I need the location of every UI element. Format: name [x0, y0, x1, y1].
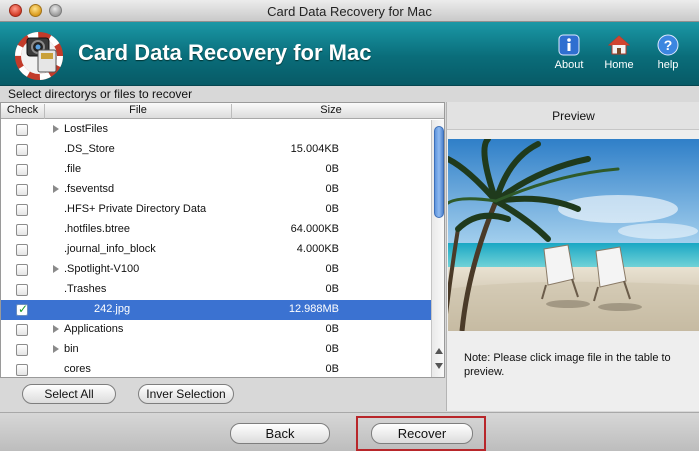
file-name: .journal_info_block: [64, 243, 156, 255]
table-row[interactable]: .file 0B: [1, 160, 431, 180]
row-checkbox[interactable]: [16, 324, 28, 336]
column-header-size[interactable]: Size: [232, 104, 430, 116]
disclosure-triangle-icon[interactable]: [53, 345, 59, 353]
back-button[interactable]: Back: [230, 423, 330, 444]
disclosure-triangle-icon[interactable]: [53, 265, 59, 273]
preview-title: Preview: [447, 102, 699, 130]
about-label: About: [554, 59, 584, 71]
row-checkbox[interactable]: [16, 284, 28, 296]
preview-panel: Preview Note: Please click image file in…: [446, 102, 699, 411]
help-label: help: [657, 59, 679, 71]
svg-text:?: ?: [664, 37, 673, 53]
table-rows: LostFiles .DS_Store 15.004KB .file 0B .fseven…: [1, 120, 431, 377]
row-checkbox[interactable]: [16, 364, 28, 376]
inverse-selection-button[interactable]: Inver Selection: [138, 384, 234, 404]
disclosure-triangle-icon[interactable]: [53, 325, 59, 333]
column-header-check[interactable]: Check: [1, 104, 45, 119]
about-button[interactable]: About: [549, 34, 589, 71]
table-row[interactable]: Applications 0B: [1, 320, 431, 340]
file-size: 0B: [325, 283, 339, 295]
window-title: Card Data Recovery for Mac: [267, 4, 432, 19]
row-checkbox[interactable]: [16, 344, 28, 356]
row-checkbox[interactable]: [16, 184, 28, 196]
row-checkbox[interactable]: [16, 302, 28, 316]
help-button[interactable]: ? help: [648, 34, 688, 71]
file-size: 0B: [325, 363, 339, 375]
file-size: 4.000KB: [296, 243, 339, 255]
row-checkbox[interactable]: [16, 124, 28, 136]
home-icon: [608, 35, 630, 55]
table-row[interactable]: .fseventsd 0B: [1, 180, 431, 200]
scroll-up-arrow-icon[interactable]: [435, 348, 443, 354]
table-row[interactable]: .journal_info_block 4.000KB: [1, 240, 431, 260]
row-checkbox[interactable]: [16, 164, 28, 176]
file-name: LostFiles: [64, 123, 109, 135]
table-row[interactable]: .hotfiles.btree 64.000KB: [1, 220, 431, 240]
footer-bar: Back Recover: [0, 412, 699, 451]
file-name: .hotfiles.btree: [64, 223, 131, 235]
table-row[interactable]: .Spotlight-V100 0B: [1, 260, 431, 280]
file-size: 0B: [325, 163, 339, 175]
preview-note: Note: Please click image file in the tab…: [464, 352, 671, 378]
file-size: 0B: [325, 183, 339, 195]
file-size: 0B: [325, 203, 339, 215]
file-name: .Spotlight-V100: [64, 263, 140, 275]
file-size: 0B: [325, 263, 339, 275]
table-header: Check File Size: [1, 103, 444, 119]
preview-image: [448, 139, 699, 331]
table-row[interactable]: .Trashes 0B: [1, 280, 431, 300]
file-size: 15.004KB: [290, 143, 339, 155]
row-checkbox[interactable]: [16, 144, 28, 156]
file-name: .DS_Store: [64, 143, 115, 155]
vertical-scrollbar[interactable]: [431, 120, 444, 377]
section-label: Select directorys or files to recover: [8, 87, 193, 101]
help-icon: ?: [657, 34, 679, 56]
file-size: 64.000KB: [290, 223, 339, 235]
scrollbar-thumb[interactable]: [434, 126, 444, 218]
table-row[interactable]: 242.jpg 12.988MB: [1, 300, 431, 320]
table-row[interactable]: .DS_Store 15.004KB: [1, 140, 431, 160]
file-name: bin: [64, 343, 79, 355]
disclosure-triangle-icon[interactable]: [53, 185, 59, 193]
disclosure-triangle-icon[interactable]: [53, 125, 59, 133]
file-size: 12.988MB: [288, 303, 339, 315]
row-checkbox[interactable]: [16, 244, 28, 256]
row-checkbox[interactable]: [16, 224, 28, 236]
app-title: Card Data Recovery for Mac: [78, 40, 372, 65]
title-bar: Card Data Recovery for Mac: [0, 0, 699, 22]
app-logo-icon: [15, 32, 63, 80]
file-name: .HFS+ Private Directory Data: [64, 203, 207, 215]
file-table: Check File Size LostFiles .DS_Store 15.004…: [0, 102, 445, 378]
home-button[interactable]: Home: [599, 34, 639, 71]
scroll-down-arrow-icon[interactable]: [435, 363, 443, 369]
file-size: 0B: [325, 323, 339, 335]
info-icon: [558, 34, 580, 56]
row-checkbox[interactable]: [16, 264, 28, 276]
row-checkbox[interactable]: [16, 204, 28, 216]
file-size: 0B: [325, 343, 339, 355]
file-name: cores: [64, 363, 91, 375]
table-row[interactable]: .HFS+ Private Directory Data 0B: [1, 200, 431, 220]
file-name: Applications: [64, 323, 124, 335]
select-all-button[interactable]: Select All: [22, 384, 116, 404]
table-row[interactable]: cores 0B: [1, 360, 431, 377]
home-label: Home: [604, 59, 634, 71]
column-header-file[interactable]: File: [45, 104, 232, 119]
file-name: 242.jpg: [94, 303, 131, 315]
file-name: .fseventsd: [64, 183, 115, 195]
app-header: Card Data Recovery for Mac About Home ? …: [0, 22, 699, 86]
file-name: .file: [64, 163, 82, 175]
recover-button[interactable]: Recover: [371, 423, 473, 444]
table-row[interactable]: bin 0B: [1, 340, 431, 360]
file-name: .Trashes: [64, 283, 107, 295]
table-row[interactable]: LostFiles: [1, 120, 431, 140]
